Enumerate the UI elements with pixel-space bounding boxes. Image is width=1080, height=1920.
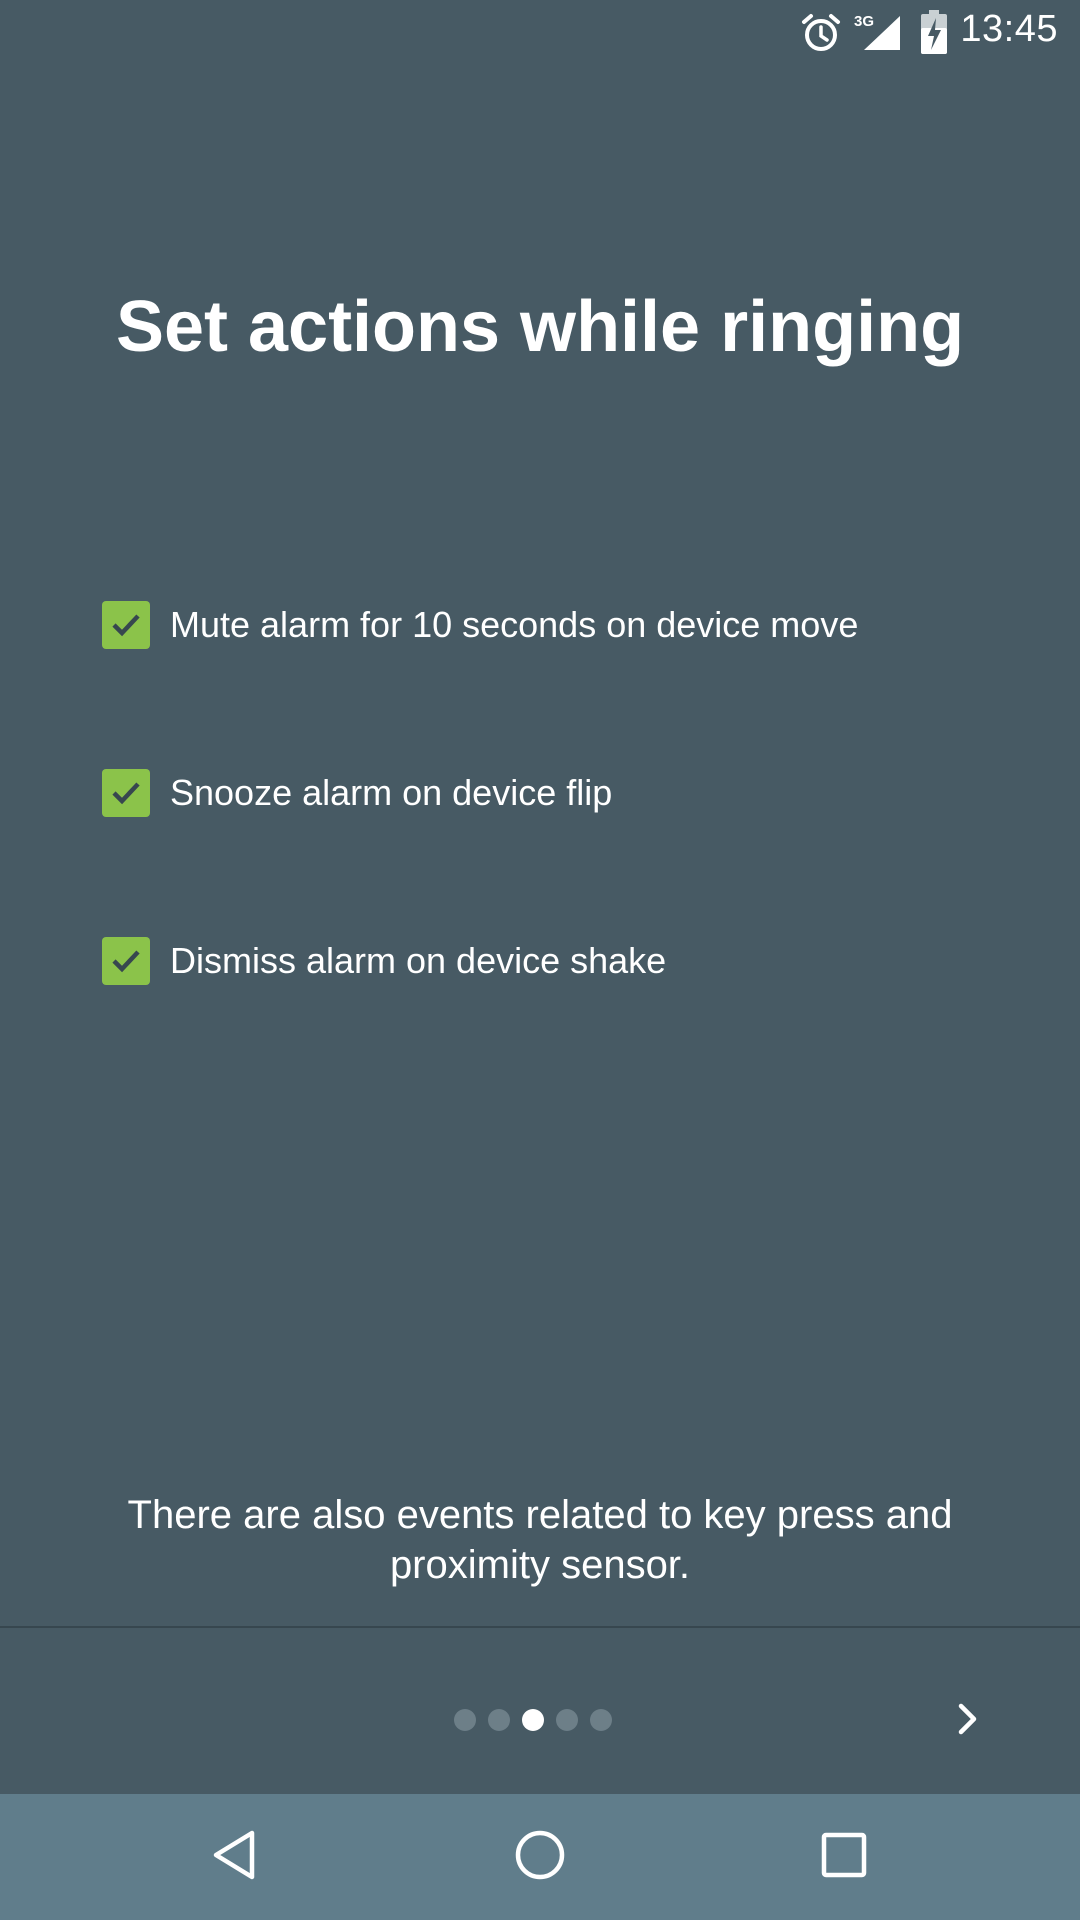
checkbox-checked-icon[interactable] bbox=[102, 937, 150, 985]
footer-message: There are also events related to key pre… bbox=[127, 1493, 953, 1587]
onboarding-screen: 3G 13:45 Set actions while ringing Mute … bbox=[0, 0, 1080, 1920]
pager-bar bbox=[0, 1628, 1080, 1794]
page-dot bbox=[590, 1709, 612, 1731]
page-dot bbox=[488, 1709, 510, 1731]
page-dot bbox=[556, 1709, 578, 1731]
network-type-label: 3G bbox=[854, 13, 874, 30]
recents-button[interactable] bbox=[764, 1794, 924, 1920]
status-time: 13:45 bbox=[960, 8, 1058, 50]
page-title: Set actions while ringing bbox=[115, 287, 965, 367]
option-snooze-on-flip[interactable]: Snooze alarm on device flip bbox=[102, 768, 1002, 818]
option-mute-on-move[interactable]: Mute alarm for 10 seconds on device move bbox=[102, 600, 1002, 650]
checkbox-checked-icon[interactable] bbox=[102, 601, 150, 649]
option-label: Dismiss alarm on device shake bbox=[170, 940, 667, 981]
option-dismiss-on-shake[interactable]: Dismiss alarm on device shake bbox=[102, 936, 1002, 986]
chevron-right-icon bbox=[952, 1701, 982, 1741]
option-label: Snooze alarm on device flip bbox=[170, 772, 613, 813]
next-button[interactable] bbox=[934, 1688, 1000, 1754]
signal-icon: 3G bbox=[852, 10, 902, 56]
home-button[interactable] bbox=[460, 1794, 620, 1920]
navigation-bar bbox=[0, 1794, 1080, 1920]
home-icon bbox=[514, 1829, 566, 1885]
back-button[interactable] bbox=[155, 1794, 315, 1920]
page-dot bbox=[454, 1709, 476, 1731]
status-bar: 3G 13:45 bbox=[0, 0, 1080, 64]
battery-icon bbox=[920, 10, 948, 58]
page-indicator bbox=[454, 1709, 612, 1731]
alarm-icon bbox=[800, 12, 842, 58]
page-dot-active bbox=[522, 1709, 544, 1731]
option-label: Mute alarm for 10 seconds on device move bbox=[170, 604, 859, 645]
back-icon bbox=[210, 1828, 260, 1886]
checkbox-checked-icon[interactable] bbox=[102, 769, 150, 817]
recents-icon bbox=[821, 1832, 867, 1882]
